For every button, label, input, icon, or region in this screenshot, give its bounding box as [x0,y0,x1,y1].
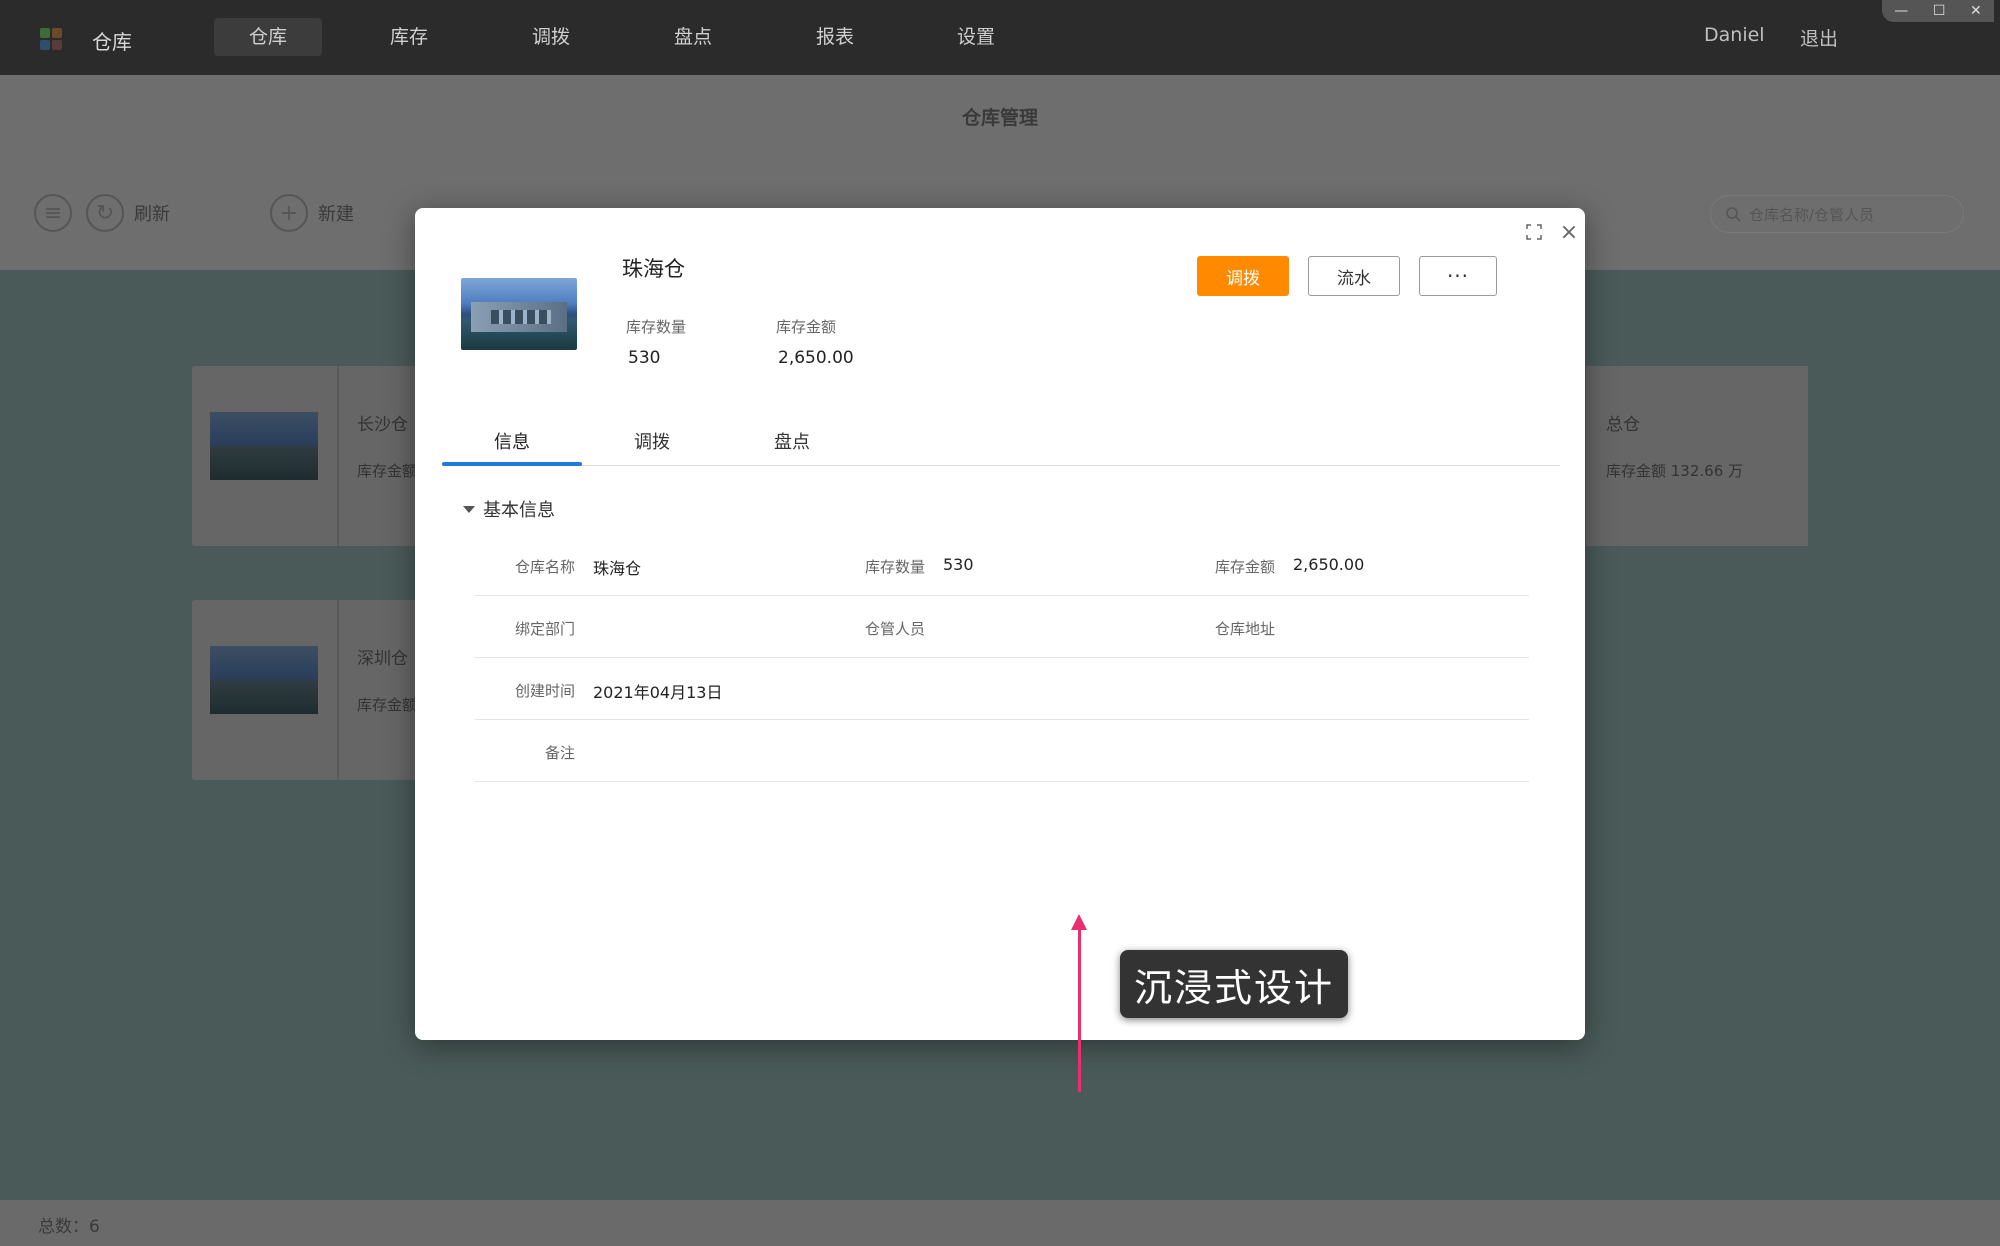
user-name[interactable]: Daniel [1704,24,1765,46]
annotation-callout: 沉浸式设计 [1120,950,1348,1018]
field-value-created: 2021年04月13日 [593,683,723,702]
warehouse-card-total[interactable]: 总仓 库存金额 132.66 万 [1586,366,1808,546]
warehouse-card-meta: 库存金额 132.66 万 [1606,462,1744,480]
warehouse-card-name: 长沙仓 [357,415,408,435]
stat-value-amount: 2,650.00 [778,348,854,368]
field-label-name: 仓库名称 [514,558,575,576]
maximize-icon[interactable]: ☐ [1933,3,1946,19]
info-row: 绑定部门 仓管人员 仓库地址 [475,596,1529,658]
close-window-icon[interactable]: ✕ [1970,3,1982,19]
annotation-arrow [1078,928,1081,1092]
field-value-name: 珠海仓 [593,559,642,578]
close-icon[interactable]: × [1555,218,1583,246]
section-title: 基本信息 [483,500,555,521]
warehouse-thumbnail [210,646,318,714]
new-label: 新建 [318,204,354,225]
nav-tab-inventory[interactable]: 库存 [355,18,463,56]
info-row: 仓库名称 珠海仓 库存数量 530 库存金额 2,650.00 [475,534,1529,596]
warehouse-card-meta: 库存金额 [357,462,418,480]
stat-label-amount: 库存金额 [776,318,837,336]
caret-down-icon [463,505,475,513]
info-row: 备注 [475,720,1529,782]
page-title: 仓库管理 [961,107,1038,129]
logout-link[interactable]: 退出 [1800,24,1838,51]
search-input[interactable]: 仓库名称/仓管人员 [1710,195,1964,233]
top-nav-bar: 仓库 仓库 库存 调拨 盘点 报表 设置 Daniel 退出 — ☐ ✕ [0,0,2000,75]
field-label-keeper: 仓管人员 [864,620,925,638]
tab-transfer[interactable]: 调拨 [582,428,722,454]
stat-label-quantity: 库存数量 [626,318,687,336]
field-label-department: 绑定部门 [514,620,575,638]
warehouse-card-name: 总仓 [1606,415,1640,435]
fullscreen-icon[interactable] [1520,218,1548,246]
warehouse-card-meta: 库存金额 [357,696,418,714]
app-logo-icon [40,28,62,50]
total-count: 总数：6 [38,1217,100,1237]
app-title: 仓库 [92,30,132,54]
transfer-button[interactable]: 调拨 [1197,256,1289,296]
warehouse-photo [461,278,577,350]
field-label-created: 创建时间 [514,682,575,700]
nav-tab-settings[interactable]: 设置 [922,18,1030,56]
field-label-quantity: 库存数量 [864,558,925,576]
section-basic-info[interactable]: 基本信息 [463,496,555,522]
nav-tab-transfer[interactable]: 调拨 [497,18,605,56]
new-button[interactable]: + 新建 [270,193,354,233]
field-label-amount: 库存金额 [1214,558,1275,576]
plus-icon: + [270,194,308,232]
nav-tab-stocktake[interactable]: 盘点 [639,18,747,56]
search-icon [1726,207,1741,222]
list-icon: ≡ [34,194,72,232]
active-tab-indicator [442,462,582,466]
window-controls: — ☐ ✕ [1882,0,1994,22]
field-label-note: 备注 [544,744,575,762]
warehouse-thumbnail [210,412,318,480]
field-label-address: 仓库地址 [1214,620,1275,638]
tab-info[interactable]: 信息 [442,428,582,454]
menu-toggle[interactable]: ≡ [34,193,72,233]
card-divider [337,600,339,780]
nav-tab-reports[interactable]: 报表 [781,18,889,56]
tabs-divider [442,465,1560,466]
search-placeholder: 仓库名称/仓管人员 [1749,205,1875,224]
warehouse-card-name: 深圳仓 [357,649,408,669]
flow-button[interactable]: 流水 [1308,256,1400,296]
refresh-icon: ↻ [86,194,124,232]
minimize-icon[interactable]: — [1894,3,1908,19]
field-value-quantity: 530 [943,555,974,574]
refresh-label: 刷新 [134,204,170,225]
nav-tab-warehouse[interactable]: 仓库 [214,18,322,56]
card-divider [337,366,339,546]
warehouse-name: 珠海仓 [622,257,685,281]
status-bar: 总数：6 [0,1200,2000,1246]
more-button[interactable]: ··· [1419,256,1497,296]
refresh-button[interactable]: ↻ 刷新 [86,193,170,233]
warehouse-detail-dialog: × 珠海仓 库存数量 530 库存金额 2,650.00 调拨 流水 ··· 信… [415,208,1585,1040]
tab-stocktake[interactable]: 盘点 [722,428,862,454]
info-row: 创建时间 2021年04月13日 [475,658,1529,720]
stat-value-quantity: 530 [628,348,661,368]
field-value-amount: 2,650.00 [1293,555,1365,574]
